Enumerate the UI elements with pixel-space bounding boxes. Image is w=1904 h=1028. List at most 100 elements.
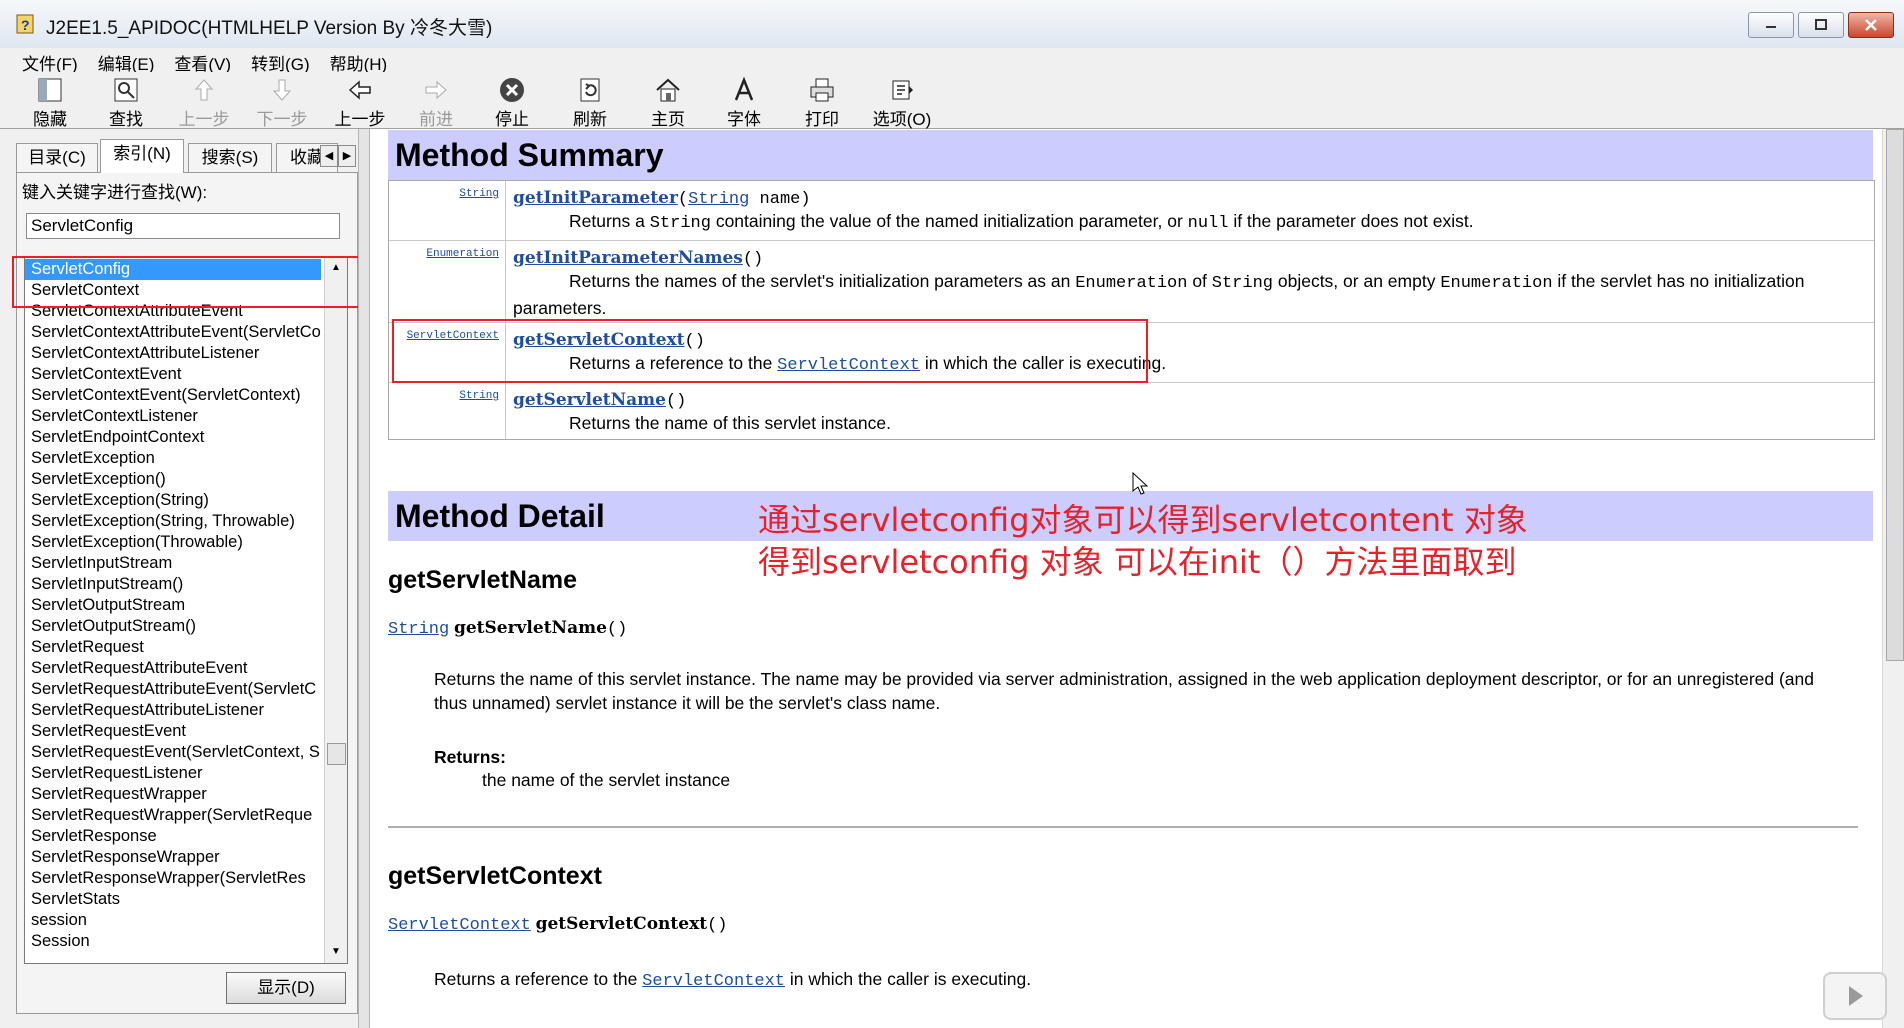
menu-help[interactable]: 帮助(H) bbox=[322, 48, 400, 74]
index-list-item[interactable]: ServletContextAttributeEvent bbox=[25, 301, 321, 322]
find-button[interactable]: 查找 bbox=[94, 76, 158, 129]
refresh-icon bbox=[580, 78, 600, 102]
index-list-item[interactable]: ServletRequestAttributeEvent bbox=[25, 658, 321, 679]
index-list-item[interactable]: ServletRequestWrapper bbox=[25, 784, 321, 805]
arrow-left-icon bbox=[348, 80, 371, 100]
menu-goto[interactable]: 转到(G) bbox=[243, 48, 322, 74]
close-icon bbox=[1865, 19, 1877, 31]
minimize-icon bbox=[1766, 26, 1776, 28]
index-list-item[interactable]: ServletInputStream bbox=[25, 553, 321, 574]
method-title: getServletContext bbox=[388, 862, 602, 890]
method-description: Returns the name of this servlet instanc… bbox=[434, 669, 1815, 713]
return-type-link[interactable]: String bbox=[459, 390, 499, 402]
index-list-item[interactable]: ServletContextEvent bbox=[25, 364, 321, 385]
index-list-item[interactable]: Session bbox=[25, 931, 321, 952]
index-list-item[interactable]: ServletContextEvent(ServletContext) bbox=[25, 385, 321, 406]
method-link[interactable]: getServletName bbox=[513, 390, 666, 410]
minimize-button[interactable] bbox=[1748, 12, 1794, 38]
index-list-item[interactable]: ServletStats bbox=[25, 889, 321, 910]
menu-edit[interactable]: 编辑(E) bbox=[90, 48, 167, 74]
menu-view[interactable]: 查看(V) bbox=[166, 48, 243, 74]
tab-scroll-right-icon[interactable]: ▶ bbox=[338, 145, 356, 167]
method-summary-heading: Method Summary bbox=[388, 130, 1873, 180]
index-list-item[interactable]: ServletContext bbox=[25, 280, 321, 301]
index-list-scrollbar[interactable]: ▲ ▼ bbox=[324, 257, 347, 963]
method-description: Returns the names of the servlet's initi… bbox=[513, 271, 1805, 318]
index-list-item[interactable]: ServletOutputStream() bbox=[25, 616, 321, 637]
home-button[interactable]: 主页 bbox=[636, 76, 700, 129]
index-list-item[interactable]: ServletException() bbox=[25, 469, 321, 490]
scroll-down-icon[interactable]: ▼ bbox=[325, 941, 347, 963]
maximize-icon bbox=[1815, 19, 1827, 30]
index-list-item[interactable]: ServletException bbox=[25, 448, 321, 469]
method-title: getServletName bbox=[388, 566, 577, 594]
index-list-item[interactable]: ServletOutputStream bbox=[25, 595, 321, 616]
return-type-link[interactable]: String bbox=[388, 620, 449, 639]
divider bbox=[388, 826, 1858, 828]
options-button[interactable]: 选项(O) bbox=[866, 76, 938, 129]
previous-button[interactable]: 上一步 bbox=[172, 76, 236, 129]
index-list-item[interactable]: ServletContextAttributeEvent(ServletCo bbox=[25, 322, 321, 343]
index-list-item[interactable]: ServletResponseWrapper(ServletRes bbox=[25, 868, 321, 889]
scroll-up-icon[interactable]: ▲ bbox=[325, 257, 347, 279]
index-list-item[interactable]: ServletResponse bbox=[25, 826, 321, 847]
refresh-button[interactable]: 刷新 bbox=[558, 76, 622, 129]
index-list[interactable]: ServletConfig ServletContext ServletContex… bbox=[24, 256, 348, 964]
index-list-item[interactable]: ServletEndpointContext bbox=[25, 427, 321, 448]
return-type-link[interactable]: ServletContext bbox=[388, 916, 531, 935]
index-list-item[interactable]: session bbox=[25, 910, 321, 931]
hide-button[interactable]: 隐藏 bbox=[18, 76, 82, 129]
forward-button[interactable]: 前进 bbox=[404, 76, 468, 129]
servletcontext-link[interactable]: ServletContext bbox=[642, 972, 785, 991]
play-icon bbox=[1849, 986, 1863, 1006]
tab-index[interactable]: 索引(N) bbox=[100, 139, 184, 173]
index-list-item[interactable]: ServletContextAttributeListener bbox=[25, 343, 321, 364]
method-link[interactable]: getInitParameterNames bbox=[513, 248, 743, 268]
pane-splitter[interactable] bbox=[358, 129, 370, 1028]
index-list-item[interactable]: ServletRequestEvent(ServletContext, S bbox=[25, 742, 321, 763]
content-scrollbar[interactable] bbox=[1882, 129, 1904, 1028]
tab-scroll-left-icon[interactable]: ◀ bbox=[320, 145, 338, 167]
method-link[interactable]: getServletContext bbox=[513, 330, 685, 350]
index-list-item[interactable]: ServletRequestListener bbox=[25, 763, 321, 784]
index-list-item[interactable]: ServletResponseWrapper bbox=[25, 847, 321, 868]
method-description: Returns a reference to the ServletContex… bbox=[434, 969, 1032, 991]
servletcontext-link[interactable]: ServletContext bbox=[777, 356, 920, 375]
window-title: J2EE1.5_APIDOC(HTMLHELP Version By 冷冬大雪) bbox=[46, 18, 493, 39]
keyword-input[interactable] bbox=[26, 213, 340, 239]
return-type-link[interactable]: Enumeration bbox=[426, 248, 499, 260]
tab-contents[interactable]: 目录(C) bbox=[16, 143, 98, 172]
index-list-item[interactable]: ServletRequestWrapper(ServletReque bbox=[25, 805, 321, 826]
index-list-item[interactable]: ServletException(Throwable) bbox=[25, 532, 321, 553]
back-button[interactable]: 上一步 bbox=[328, 76, 392, 129]
display-button[interactable]: 显示(D) bbox=[226, 972, 346, 1004]
menu-file[interactable]: 文件(F) bbox=[14, 48, 90, 74]
video-play-button[interactable] bbox=[1823, 972, 1887, 1020]
return-type-link[interactable]: String bbox=[459, 188, 499, 200]
index-list-item[interactable]: ServletRequest bbox=[25, 637, 321, 658]
return-type-link[interactable]: ServletContext bbox=[407, 330, 499, 342]
index-list-item[interactable]: ServletInputStream() bbox=[25, 574, 321, 595]
close-button[interactable] bbox=[1848, 12, 1894, 38]
index-list-item[interactable]: ServletException(String, Throwable) bbox=[25, 511, 321, 532]
index-list-item[interactable]: ServletRequestEvent bbox=[25, 721, 321, 742]
method-link[interactable]: getInitParameter bbox=[513, 188, 678, 208]
method-signature: String getServletName() bbox=[388, 618, 628, 639]
index-list-item[interactable]: ServletException(String) bbox=[25, 490, 321, 511]
tab-search[interactable]: 搜索(S) bbox=[188, 143, 272, 172]
menu-bar: 文件(F) 编辑(E) 查看(V) 转到(G) 帮助(H) bbox=[0, 48, 1904, 74]
print-button[interactable]: 打印 bbox=[790, 76, 854, 129]
options-icon bbox=[892, 80, 913, 100]
next-button[interactable]: 下一步 bbox=[250, 76, 314, 129]
maximize-button[interactable] bbox=[1798, 12, 1844, 38]
font-button[interactable]: 字体 bbox=[712, 76, 776, 129]
index-scroll-thumb[interactable] bbox=[327, 743, 346, 765]
content-scroll-thumb[interactable] bbox=[1886, 129, 1904, 661]
param-type-link[interactable]: String bbox=[688, 190, 749, 209]
index-list-item[interactable]: ServletRequestAttributeEvent(ServletC bbox=[25, 679, 321, 700]
index-list-item[interactable]: ServletRequestAttributeListener bbox=[25, 700, 321, 721]
index-list-item[interactable]: ServletConfig bbox=[25, 259, 321, 280]
method-description: Returns the name of this servlet instanc… bbox=[569, 413, 891, 433]
index-list-item[interactable]: ServletContextListener bbox=[25, 406, 321, 427]
stop-button[interactable]: 停止 bbox=[480, 76, 544, 129]
